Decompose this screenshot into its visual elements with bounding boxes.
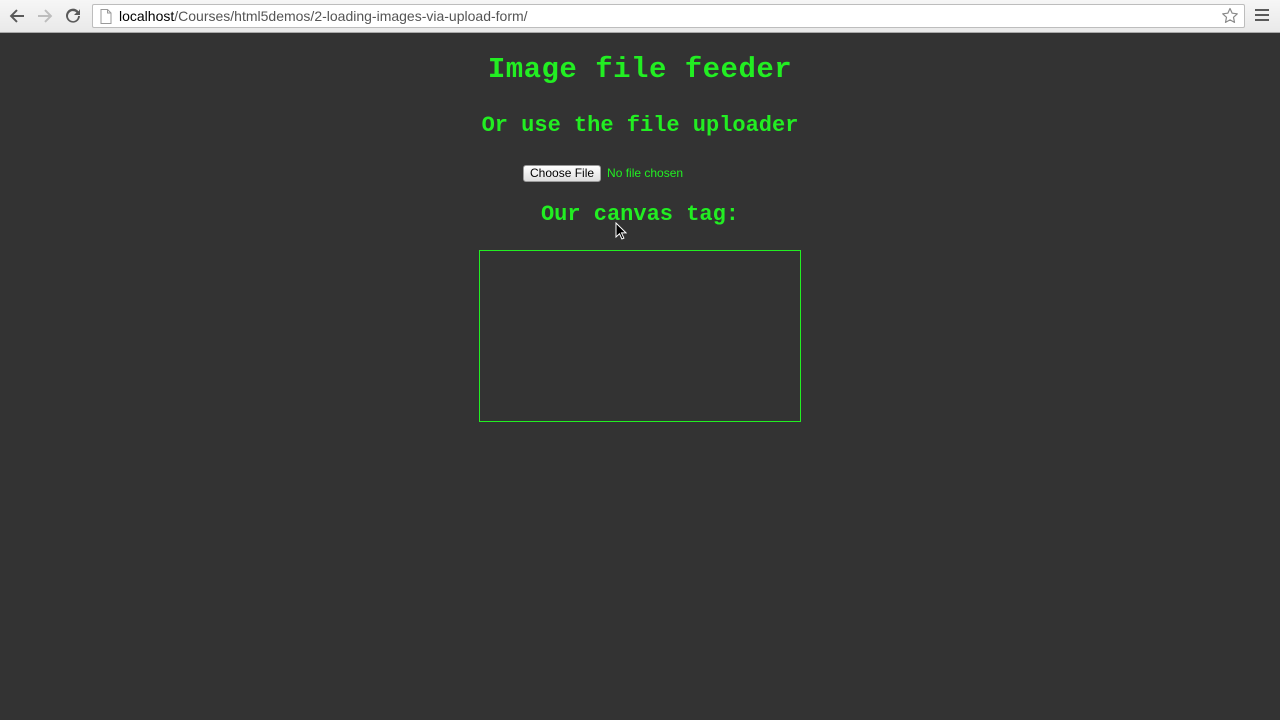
reload-icon [66,8,80,23]
star-icon[interactable] [1221,7,1239,25]
arrow-right-icon [38,9,53,23]
url-host: localhost [119,8,175,24]
arrow-left-icon [9,9,24,23]
page-content: Image file feeder Or use the file upload… [0,33,1280,720]
browser-toolbar: localhost/Courses/html5demos/2-loading-i… [0,0,1280,33]
mouse-cursor-icon [615,222,627,240]
reload-button[interactable] [62,5,84,27]
image-canvas[interactable] [479,250,801,422]
page-icon [100,9,112,24]
file-status-text: No file chosen [607,166,684,180]
hamburger-menu-icon[interactable] [1254,8,1270,22]
address-bar[interactable]: localhost/Courses/html5demos/2-loading-i… [92,4,1245,28]
back-button[interactable] [6,5,28,27]
canvas-heading: Our canvas tag: [540,202,740,227]
file-input[interactable]: Choose File No file chosen [523,164,683,182]
address-bar-url: localhost/Courses/html5demos/2-loading-i… [119,8,528,24]
uploader-heading: Or use the file uploader [481,113,799,138]
forward-button[interactable] [34,5,56,27]
page-title: Image file feeder [487,53,793,86]
url-path: /Courses/html5demos/2-loading-images-via… [174,8,528,24]
choose-file-button[interactable]: Choose File [523,164,602,182]
